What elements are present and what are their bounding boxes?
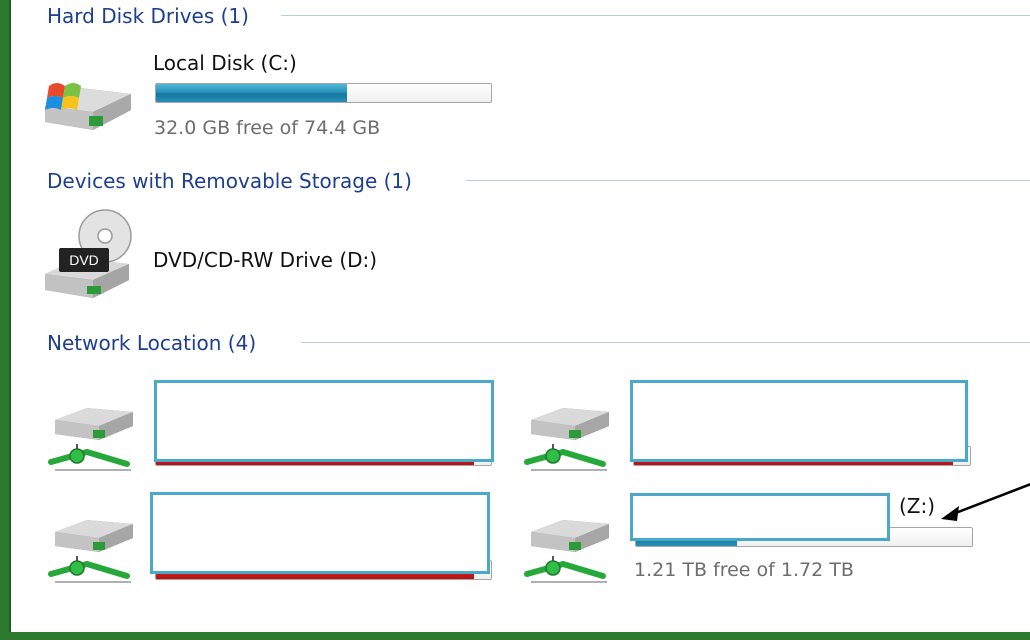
- drive-usage-fill: [156, 84, 347, 102]
- drive-name: Local Disk (C:): [153, 51, 297, 75]
- group-label: Network Location (4): [47, 331, 257, 355]
- group-divider: [466, 180, 1030, 181]
- group-label: Hard Disk Drives (1): [47, 4, 249, 28]
- network-drive-icon: [524, 520, 609, 583]
- explorer-panel: Hard Disk Drives (1) Local Disk (C:) 32.…: [9, 0, 1030, 632]
- drive-free-space: 1.21 TB free of 1.72 TB: [634, 559, 854, 581]
- group-label: Devices with Removable Storage (1): [47, 169, 412, 193]
- drive-name: DVD/CD-RW Drive (D:): [153, 248, 378, 272]
- redaction-box: [154, 380, 494, 462]
- redaction-box: [630, 493, 890, 541]
- group-divider: [281, 15, 1030, 16]
- annotation-arrow-icon: [941, 483, 1030, 521]
- windows-hard-drive-icon: [45, 83, 131, 130]
- group-header-hard-disk[interactable]: Hard Disk Drives (1): [47, 4, 249, 28]
- svg-text:DVD: DVD: [69, 252, 99, 268]
- drive-letter-label: (Z:): [899, 494, 936, 518]
- network-drive-icon: [48, 408, 133, 471]
- group-header-removable[interactable]: Devices with Removable Storage (1): [47, 169, 412, 193]
- redaction-box: [150, 492, 490, 574]
- group-divider: [301, 342, 1030, 343]
- network-drive-icon: [48, 520, 133, 583]
- drive-free-space: 32.0 GB free of 74.4 GB: [154, 117, 381, 139]
- dvd-drive-icon: DVD: [45, 209, 132, 298]
- group-header-network[interactable]: Network Location (4): [47, 331, 256, 355]
- network-drive-icon: [524, 408, 609, 471]
- redaction-box: [630, 380, 968, 462]
- drive-usage-bar: [155, 83, 492, 103]
